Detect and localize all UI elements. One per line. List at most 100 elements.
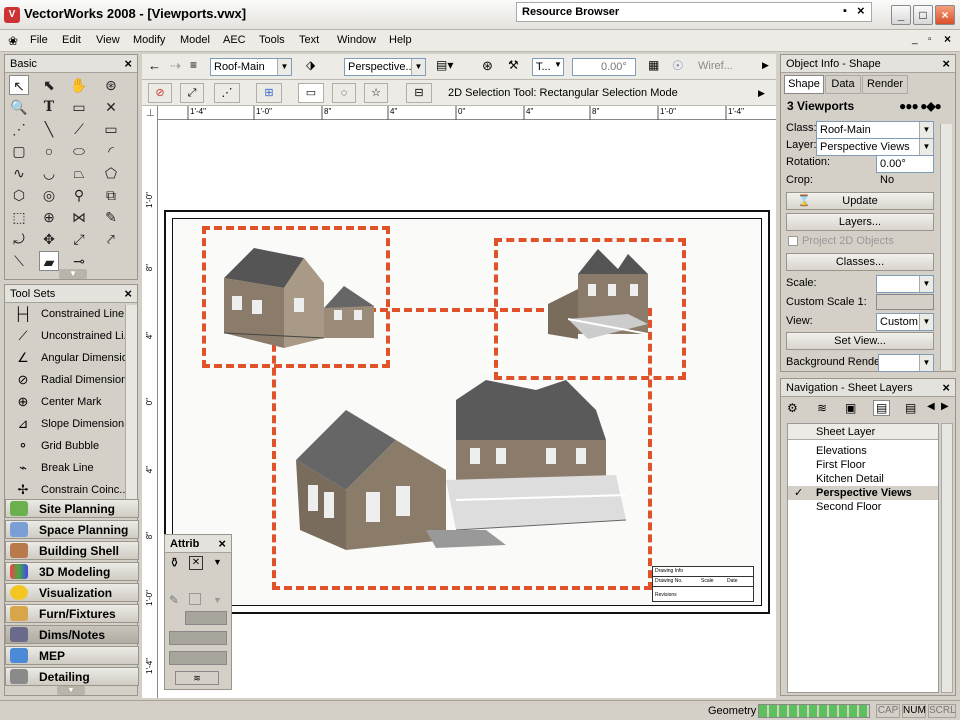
rotate-tool-icon[interactable]: ⤾ <box>9 229 29 249</box>
close-button[interactable]: × <box>935 5 955 25</box>
forward-icon[interactable]: ⇢ <box>170 58 181 74</box>
sheet-layer-elevations[interactable]: Elevations <box>816 445 867 457</box>
tool-break-line[interactable]: ⌁ Break Line <box>11 459 129 479</box>
nav-layers-icon[interactable]: ≋ <box>817 401 827 415</box>
offset-tool-icon[interactable]: ⧉ <box>101 185 121 205</box>
doc-close-icon[interactable]: × <box>944 32 951 46</box>
pin-icon[interactable]: ▪ <box>843 5 847 17</box>
rectangular-selection-icon[interactable]: ▭ <box>298 83 324 103</box>
line-style-swatch[interactable] <box>169 631 227 645</box>
tool-center-mark[interactable]: ⊕ Center Mark <box>11 393 129 413</box>
rectangle-tool-icon[interactable]: ▭ <box>101 119 121 139</box>
flyover-icon[interactable]: ⚒ <box>508 58 519 72</box>
object-info-scrollbar[interactable] <box>940 124 952 370</box>
render-style[interactable]: Wiref... <box>698 60 733 72</box>
eraser-tool-icon[interactable]: ▰ <box>39 251 59 271</box>
resource-browser-bar[interactable]: Resource Browser ▪ × <box>516 2 872 22</box>
nav-sheets-icon[interactable]: ▣ <box>845 401 856 415</box>
flyover-tool-icon[interactable]: ⊛ <box>101 75 121 95</box>
eyedropper-tool-icon[interactable]: ⚲ <box>69 185 89 205</box>
scale-dropdown[interactable]: ▼ <box>876 275 934 293</box>
mode-bar-more-icon[interactable]: ▶ <box>758 88 765 99</box>
project-2d-checkbox[interactable] <box>788 236 798 246</box>
chevron-down-icon[interactable]: ▼ <box>554 60 562 69</box>
palette-mep[interactable]: MEP <box>5 646 139 665</box>
render-icon[interactable]: ☉ <box>672 58 684 74</box>
update-button[interactable]: ⌛ Update <box>786 192 934 210</box>
tool-constrained-line[interactable]: ├┤ Constrained Line... <box>11 305 134 325</box>
menu-edit[interactable]: Edit <box>62 34 81 46</box>
fillet-tool-icon[interactable]: ⊕ <box>39 207 59 227</box>
line-weight-swatch[interactable] <box>185 611 227 625</box>
tool-angular-dimension[interactable]: ∠ Angular Dimension <box>11 349 134 369</box>
nav-prev-icon[interactable]: ◀ <box>927 401 935 412</box>
quarter-arc-tool-icon[interactable]: ◡ <box>39 163 59 183</box>
view-dropdown[interactable]: Perspective... ▼ <box>344 58 426 76</box>
rounded-rect-tool-icon[interactable]: ▢ <box>9 141 29 161</box>
menu-text[interactable]: Text <box>299 34 319 46</box>
single-object-mode-icon[interactable]: ⤢ <box>180 83 204 103</box>
callout-tool-icon[interactable]: ▭ <box>69 97 89 117</box>
rotation-field[interactable]: 0.00° <box>876 155 934 173</box>
class-dropdown[interactable]: Roof-Main ▼ <box>816 121 934 139</box>
custom-scale-field[interactable] <box>876 294 934 310</box>
doc-restore-icon[interactable]: ▫ <box>928 34 932 45</box>
lasso-exclude-mode-icon[interactable]: ⊘ <box>148 83 172 103</box>
close-icon[interactable]: × <box>857 3 865 18</box>
layers-button[interactable]: Layers... <box>786 213 934 231</box>
sheet-layer-perspective-views[interactable]: Perspective Views <box>816 487 912 499</box>
attribute-mapping-tool-icon[interactable]: ✥ <box>39 229 59 249</box>
line-tool-icon[interactable]: ╲ <box>39 119 59 139</box>
locus-tool-icon[interactable]: ✕ <box>101 97 121 117</box>
tool-sets-close-icon[interactable]: × <box>124 286 132 301</box>
multi-object-mode-icon[interactable]: ⋰ <box>214 83 240 103</box>
tool-grid-bubble[interactable]: ⚬ Grid Bubble <box>11 437 129 457</box>
tool-slope-dimension[interactable]: ⊿ Slope Dimension <box>11 415 129 435</box>
classes-button[interactable]: Classes... <box>786 253 934 271</box>
maximize-button[interactable]: □ <box>913 5 933 25</box>
text-tool-icon[interactable]: T <box>39 97 59 117</box>
menu-help[interactable]: Help <box>389 34 412 46</box>
zoom-tool-icon[interactable]: 🔍 <box>9 97 29 117</box>
lasso-selection-icon[interactable]: ◌ <box>332 83 356 103</box>
visibility-tool-icon[interactable]: ⊸ <box>69 251 89 271</box>
pen-style-icon[interactable] <box>189 593 201 605</box>
navigation-scrollbar[interactable] <box>941 423 953 693</box>
arc-tool-icon[interactable]: ◜ <box>101 141 121 161</box>
doc-icon[interactable]: ❀ <box>8 34 18 48</box>
tool-unconstrained-line[interactable]: ⟋ Unconstrained Li... <box>11 327 132 347</box>
double-line-tool-icon[interactable]: ⟋ <box>69 119 89 139</box>
layer-options-icon[interactable]: ▦ <box>648 58 659 72</box>
palette-detailing[interactable]: Detailing <box>5 667 139 686</box>
reshape-tool-icon[interactable]: ✎ <box>101 207 121 227</box>
view-cube-icon[interactable]: ⬗ <box>306 58 315 72</box>
doc-minimize-icon[interactable]: _ <box>912 34 918 45</box>
fill-bucket-icon[interactable]: ⚱ <box>169 555 180 571</box>
palette-space-planning[interactable]: Space Planning <box>5 520 139 539</box>
polygon-tool-icon[interactable]: ⬠ <box>101 163 121 183</box>
tool-sets-collapse-icon[interactable]: ▼ <box>57 686 85 695</box>
app-icon[interactable]: V <box>4 7 20 23</box>
oval-tool-icon[interactable]: ⬭ <box>69 141 89 161</box>
drawing-area[interactable]: Drawing Info Drawing No. Scale Date Revi… <box>158 120 776 698</box>
nav-sheet-layers-icon[interactable]: ▤ <box>873 400 891 416</box>
set-view-button[interactable]: Set View... <box>786 332 934 350</box>
opacity-swatch[interactable] <box>169 651 227 665</box>
nav-next-icon[interactable]: ▶ <box>941 401 949 412</box>
attributes-close-icon[interactable]: × <box>218 536 226 551</box>
2d-locus-tool-icon[interactable]: ⋰ <box>9 119 29 139</box>
tab-shape[interactable]: Shape <box>784 75 824 94</box>
hand-tool-icon[interactable]: ✋ <box>69 75 89 95</box>
layer-icon[interactable]: ≡ <box>190 58 197 72</box>
circle-tool-icon[interactable]: ○ <box>39 141 59 161</box>
nav-classes-icon[interactable]: ⚙ <box>787 401 798 415</box>
palette-3d-modeling[interactable]: 3D Modeling <box>5 562 139 581</box>
layer-field-dropdown[interactable]: Perspective Views ▼ <box>816 138 934 156</box>
menu-tools[interactable]: Tools <box>259 34 285 46</box>
polygon-selection-icon[interactable]: ☆ <box>364 83 388 103</box>
tool-sets-scrollbar[interactable] <box>125 305 137 501</box>
connect-tool-icon[interactable]: ⤢ <box>69 229 89 249</box>
nav-saved-views-icon[interactable]: ▤ <box>905 401 916 415</box>
object-info-close-icon[interactable]: × <box>942 56 950 71</box>
object-info-more-icon[interactable]: ●●● ●◆● <box>899 99 942 113</box>
